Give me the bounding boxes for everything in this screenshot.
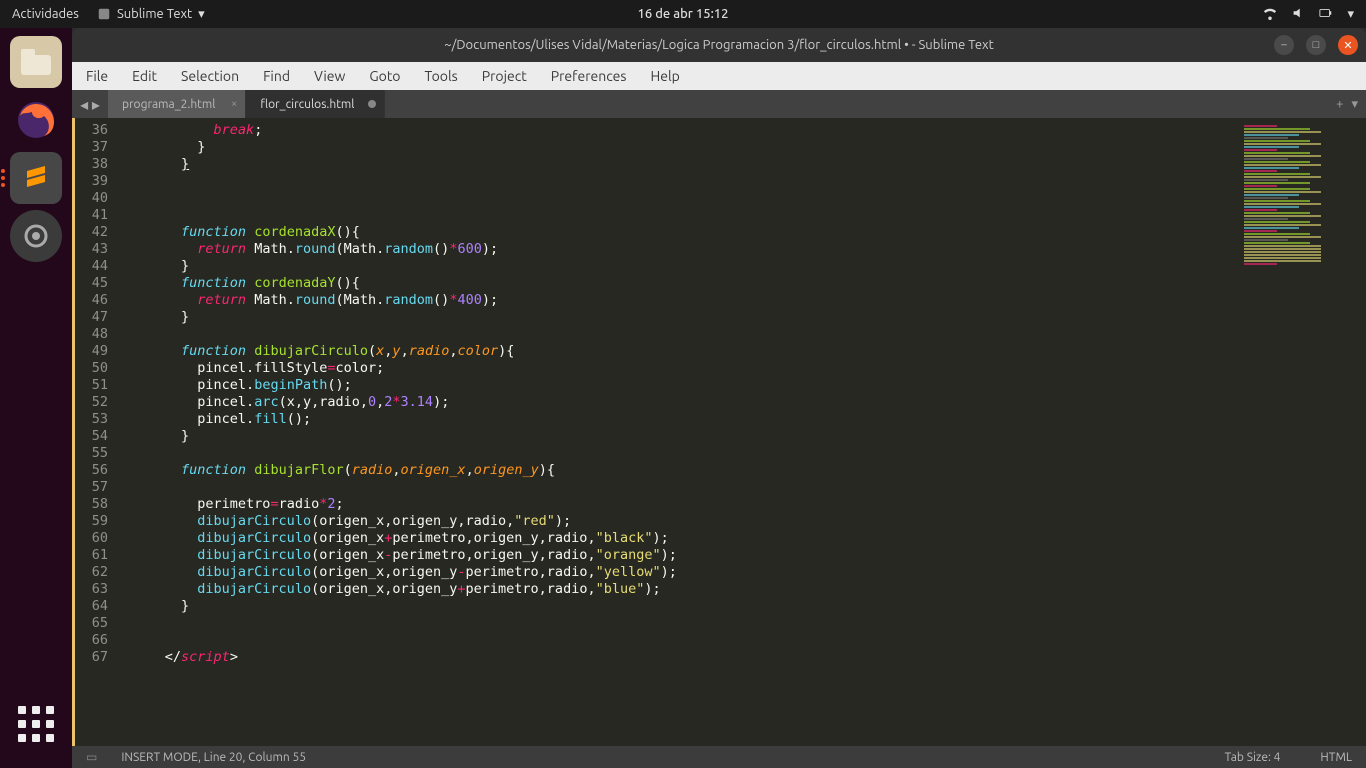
- gnome-topbar: Actividades Sublime Text ▾ 16 de abr 15:…: [0, 0, 1366, 28]
- dock-app-firefox[interactable]: [10, 94, 62, 146]
- sublime-window: ~/Documentos/Ulises Vidal/Materias/Logic…: [72, 28, 1366, 768]
- menu-find[interactable]: Find: [263, 68, 290, 84]
- window-titlebar[interactable]: ~/Documentos/Ulises Vidal/Materias/Logic…: [72, 28, 1366, 62]
- app-menu[interactable]: Sublime Text ▾: [97, 7, 205, 22]
- menu-goto[interactable]: Goto: [369, 68, 400, 84]
- menu-selection[interactable]: Selection: [181, 68, 239, 84]
- panel-switcher-icon[interactable]: ▭: [86, 750, 97, 764]
- dirty-indicator-icon: [368, 100, 376, 108]
- sublime-icon: [21, 163, 51, 193]
- activities-button[interactable]: Actividades: [12, 7, 79, 21]
- status-syntax[interactable]: HTML: [1320, 751, 1352, 764]
- tabbar: ◂ ▸ programa_2.html × flor_circulos.html…: [72, 90, 1366, 118]
- dock-app-sublime[interactable]: [10, 152, 62, 204]
- dock-app-settings[interactable]: [10, 210, 62, 262]
- maximize-button[interactable]: □: [1306, 35, 1326, 55]
- firefox-icon: [14, 98, 58, 142]
- window-title: ~/Documentos/Ulises Vidal/Materias/Logic…: [444, 38, 993, 52]
- wifi-icon[interactable]: [1263, 6, 1277, 23]
- ubuntu-dock: [0, 28, 72, 768]
- menubar: File Edit Selection Find View Goto Tools…: [72, 62, 1366, 90]
- menu-tools[interactable]: Tools: [425, 68, 458, 84]
- line-number-gutter: 36 37 38 39 40 41 42 43 44 45 46 47 48 4…: [72, 118, 116, 746]
- show-applications-button[interactable]: [10, 698, 62, 750]
- tab-overflow-icon[interactable]: ▾: [1351, 97, 1358, 112]
- gear-icon: [21, 221, 51, 251]
- close-icon[interactable]: ×: [231, 98, 237, 110]
- code-area[interactable]: break; } } function cordenadaX(){ return…: [116, 118, 1366, 746]
- close-button[interactable]: ✕: [1338, 35, 1358, 55]
- tab-history-nav[interactable]: ◂ ▸: [72, 90, 108, 118]
- status-tabsize[interactable]: Tab Size: 4: [1225, 751, 1281, 764]
- sublime-icon: [97, 7, 111, 21]
- volume-icon[interactable]: [1291, 6, 1305, 23]
- clock[interactable]: 16 de abr 15:12: [638, 7, 729, 21]
- menu-project[interactable]: Project: [482, 68, 527, 84]
- menu-view[interactable]: View: [314, 68, 345, 84]
- chevron-down-icon: ▾: [198, 7, 205, 22]
- chevron-down-icon[interactable]: ▾: [1347, 7, 1354, 22]
- status-left: INSERT MODE, Line 20, Column 55: [121, 751, 306, 764]
- menu-file[interactable]: File: [86, 68, 108, 84]
- folder-icon: [21, 49, 51, 75]
- menu-edit[interactable]: Edit: [132, 68, 157, 84]
- tab-flor-circulos[interactable]: flor_circulos.html: [246, 90, 385, 118]
- editor[interactable]: 36 37 38 39 40 41 42 43 44 45 46 47 48 4…: [72, 118, 1366, 746]
- new-tab-button[interactable]: +: [1336, 97, 1343, 111]
- tab-programa-2[interactable]: programa_2.html ×: [108, 90, 246, 118]
- menu-help[interactable]: Help: [650, 68, 679, 84]
- statusbar: ▭ INSERT MODE, Line 20, Column 55 Tab Si…: [72, 746, 1366, 768]
- tab-label: flor_circulos.html: [260, 98, 354, 111]
- battery-icon[interactable]: [1319, 6, 1333, 23]
- minimize-button[interactable]: –: [1274, 35, 1294, 55]
- tab-label: programa_2.html: [122, 98, 215, 111]
- dock-app-files[interactable]: [10, 36, 62, 88]
- menu-preferences[interactable]: Preferences: [551, 68, 627, 84]
